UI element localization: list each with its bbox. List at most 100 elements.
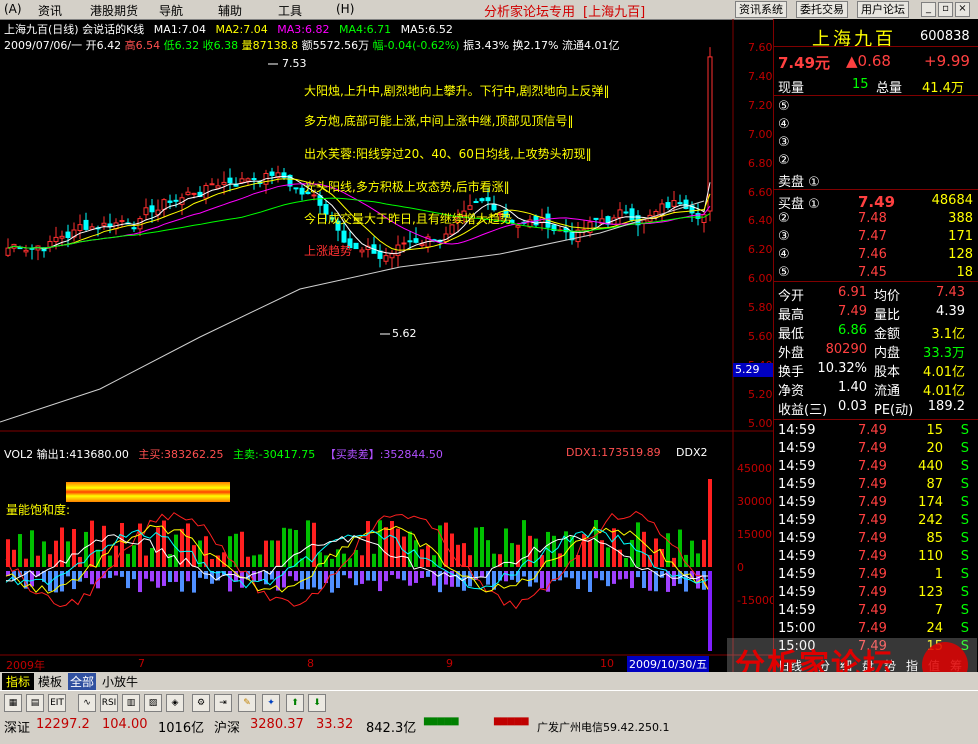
volume-header: VOL2 输出1:413680.00 主买:383262.25 主卖:-3041… xyxy=(4,446,443,462)
candle-body xyxy=(479,198,485,202)
forum-button[interactable]: 用户论坛 xyxy=(857,1,909,18)
vol-neg-bar xyxy=(636,571,640,578)
stat-row: 净资 1.40 流通 4.01亿 xyxy=(774,380,978,399)
chart-ohlc-line: 2009/07/06/一 开6.42 高6.54 低6.32 收6.38 量87… xyxy=(4,37,619,53)
grid-icon[interactable]: ▦ xyxy=(4,694,22,712)
candle-body xyxy=(185,191,191,196)
candle-body xyxy=(485,197,491,202)
tick-row[interactable]: 14:59 7.49 15 S xyxy=(774,423,978,440)
pen-icon[interactable]: ✎ xyxy=(238,694,256,712)
eit-icon[interactable]: EIT xyxy=(48,694,66,712)
tick-row[interactable]: 15:00 7.49 15 S xyxy=(774,639,978,656)
vol-neg-bar xyxy=(144,571,148,579)
tick-row[interactable]: 14:59 7.49 85 S xyxy=(774,531,978,548)
sell-level-row: 卖盘 ① xyxy=(774,171,978,190)
redraw-icon[interactable]: ✦ xyxy=(262,694,280,712)
sz-index: 12297.2 xyxy=(36,717,90,732)
buy-level-price: 7.49 xyxy=(858,193,896,211)
menu-item-info[interactable]: 资讯 xyxy=(38,2,62,19)
candle-body xyxy=(53,236,59,243)
vol-neg-bar xyxy=(420,571,424,578)
vol-neg-bar xyxy=(126,571,130,589)
x-date-tag: 2009/10/30/五 xyxy=(627,656,710,672)
market-breadth-icon: ▆▆▆▆▆ xyxy=(424,716,459,726)
tab-template[interactable]: 模板 xyxy=(38,673,62,690)
tick-row[interactable]: 14:59 7.49 123 S xyxy=(774,585,978,602)
vol-bar xyxy=(480,527,484,567)
total-vol-label: 总量 xyxy=(876,81,903,96)
vol-bar xyxy=(102,525,106,567)
vol-bar xyxy=(126,553,130,567)
stat-label: 收益(三) xyxy=(778,403,828,418)
tick-row[interactable]: 14:59 7.49 242 S xyxy=(774,513,978,530)
vol-neg-bar xyxy=(294,571,298,581)
info-system-button[interactable]: 资讯系统 xyxy=(735,1,787,18)
candle-body xyxy=(5,247,11,256)
link-icon[interactable]: ⚙ xyxy=(192,694,210,712)
candle-body xyxy=(191,192,197,195)
vol-bar xyxy=(468,555,472,567)
menu-item-help[interactable]: (H) xyxy=(336,2,354,16)
arrow-down-icon[interactable]: ⬇ xyxy=(308,694,326,712)
price-tick: 7.40 xyxy=(748,69,773,83)
tick-row[interactable]: 14:59 7.49 440 S xyxy=(774,459,978,476)
stat-label: 内盘 xyxy=(874,346,901,361)
now-vol-label: 现量 xyxy=(778,81,805,96)
arrow-up-icon[interactable]: ⬆ xyxy=(286,694,304,712)
tab-all[interactable]: 全部 xyxy=(68,673,97,690)
volume-layer xyxy=(5,479,712,651)
stock-pct: +9.99 xyxy=(924,52,970,70)
rsi-icon[interactable]: RSI xyxy=(100,694,118,712)
chart-icon[interactable]: ◈ xyxy=(166,694,184,712)
menu-item-nav[interactable]: 导航 xyxy=(159,2,183,19)
app-stock-title: [上海九百] xyxy=(583,5,646,20)
tick-volume: 85 xyxy=(926,531,943,546)
candle-body xyxy=(317,195,323,206)
menu-item-hk-futures[interactable]: 港股期货 xyxy=(90,2,138,19)
tick-row[interactable]: 14:59 7.49 20 S xyxy=(774,441,978,458)
low-mark-label: 5.62 xyxy=(392,327,417,340)
bar-icon[interactable]: ▨ xyxy=(144,694,162,712)
tick-price: 7.49 xyxy=(858,549,887,564)
vol-icon[interactable]: ▥ xyxy=(122,694,140,712)
restore-icon[interactable]: ▫ xyxy=(938,2,953,17)
tick-row[interactable]: 15:00 7.49 24 S xyxy=(774,621,978,638)
menu-item-aux[interactable]: 辅助 xyxy=(218,2,242,19)
tab-custom[interactable]: 小放牛 xyxy=(102,673,138,690)
sz-change: 104.00 xyxy=(102,717,148,732)
candle-body xyxy=(491,203,497,211)
trade-button[interactable]: 委托交易 xyxy=(796,1,848,18)
current-price-tag: 5.29 xyxy=(733,363,775,377)
annotation-2: 多方炮,底部可能上涨,中间上涨中继,顶部见顶信号‖ xyxy=(304,114,574,128)
stat-label: 最低 xyxy=(778,327,805,342)
sell-level-row: ④ xyxy=(774,117,978,134)
menu-item-a[interactable]: (A) xyxy=(4,2,22,16)
tick-row[interactable]: 14:59 7.49 1 S xyxy=(774,567,978,584)
tick-row[interactable]: 14:59 7.49 87 S xyxy=(774,477,978,494)
close-icon[interactable]: × xyxy=(955,2,970,17)
stat-label: 换手 xyxy=(778,365,805,380)
stat-label: 股本 xyxy=(874,365,901,380)
tab-indicator[interactable]: 指标 xyxy=(2,673,35,690)
vol-bar xyxy=(78,556,82,567)
vol-bar xyxy=(642,531,646,567)
line-chart-icon[interactable]: ∿ xyxy=(78,694,96,712)
tick-side: S xyxy=(960,459,969,474)
vol-neg-bar xyxy=(114,571,118,576)
menu-item-tools[interactable]: 工具 xyxy=(278,2,302,19)
tick-row[interactable]: 14:59 7.49 174 S xyxy=(774,495,978,512)
vol-neg-bar xyxy=(564,571,568,578)
minimize-icon[interactable]: _ xyxy=(921,2,936,17)
vol-bar xyxy=(690,540,694,567)
ohlc-date: 2009/07/06/一 xyxy=(4,39,83,52)
buy-level-row: ⑤ 7.45 18 xyxy=(774,265,978,282)
tick-row[interactable]: 14:59 7.49 7 S xyxy=(774,603,978,620)
chart-area[interactable]: 上海九百(日线) 会说话的K线 MA1:7.04 MA2:7.04 MA3:6.… xyxy=(0,19,776,674)
tick-volume: 20 xyxy=(926,441,943,456)
map-icon[interactable]: ▤ xyxy=(26,694,44,712)
export-icon[interactable]: ⇥ xyxy=(214,694,232,712)
vol-neg-bar xyxy=(504,571,508,582)
vol-neg-bar xyxy=(186,571,190,582)
tick-row[interactable]: 14:59 7.49 110 S xyxy=(774,549,978,566)
vol-neg-bar xyxy=(582,571,586,580)
